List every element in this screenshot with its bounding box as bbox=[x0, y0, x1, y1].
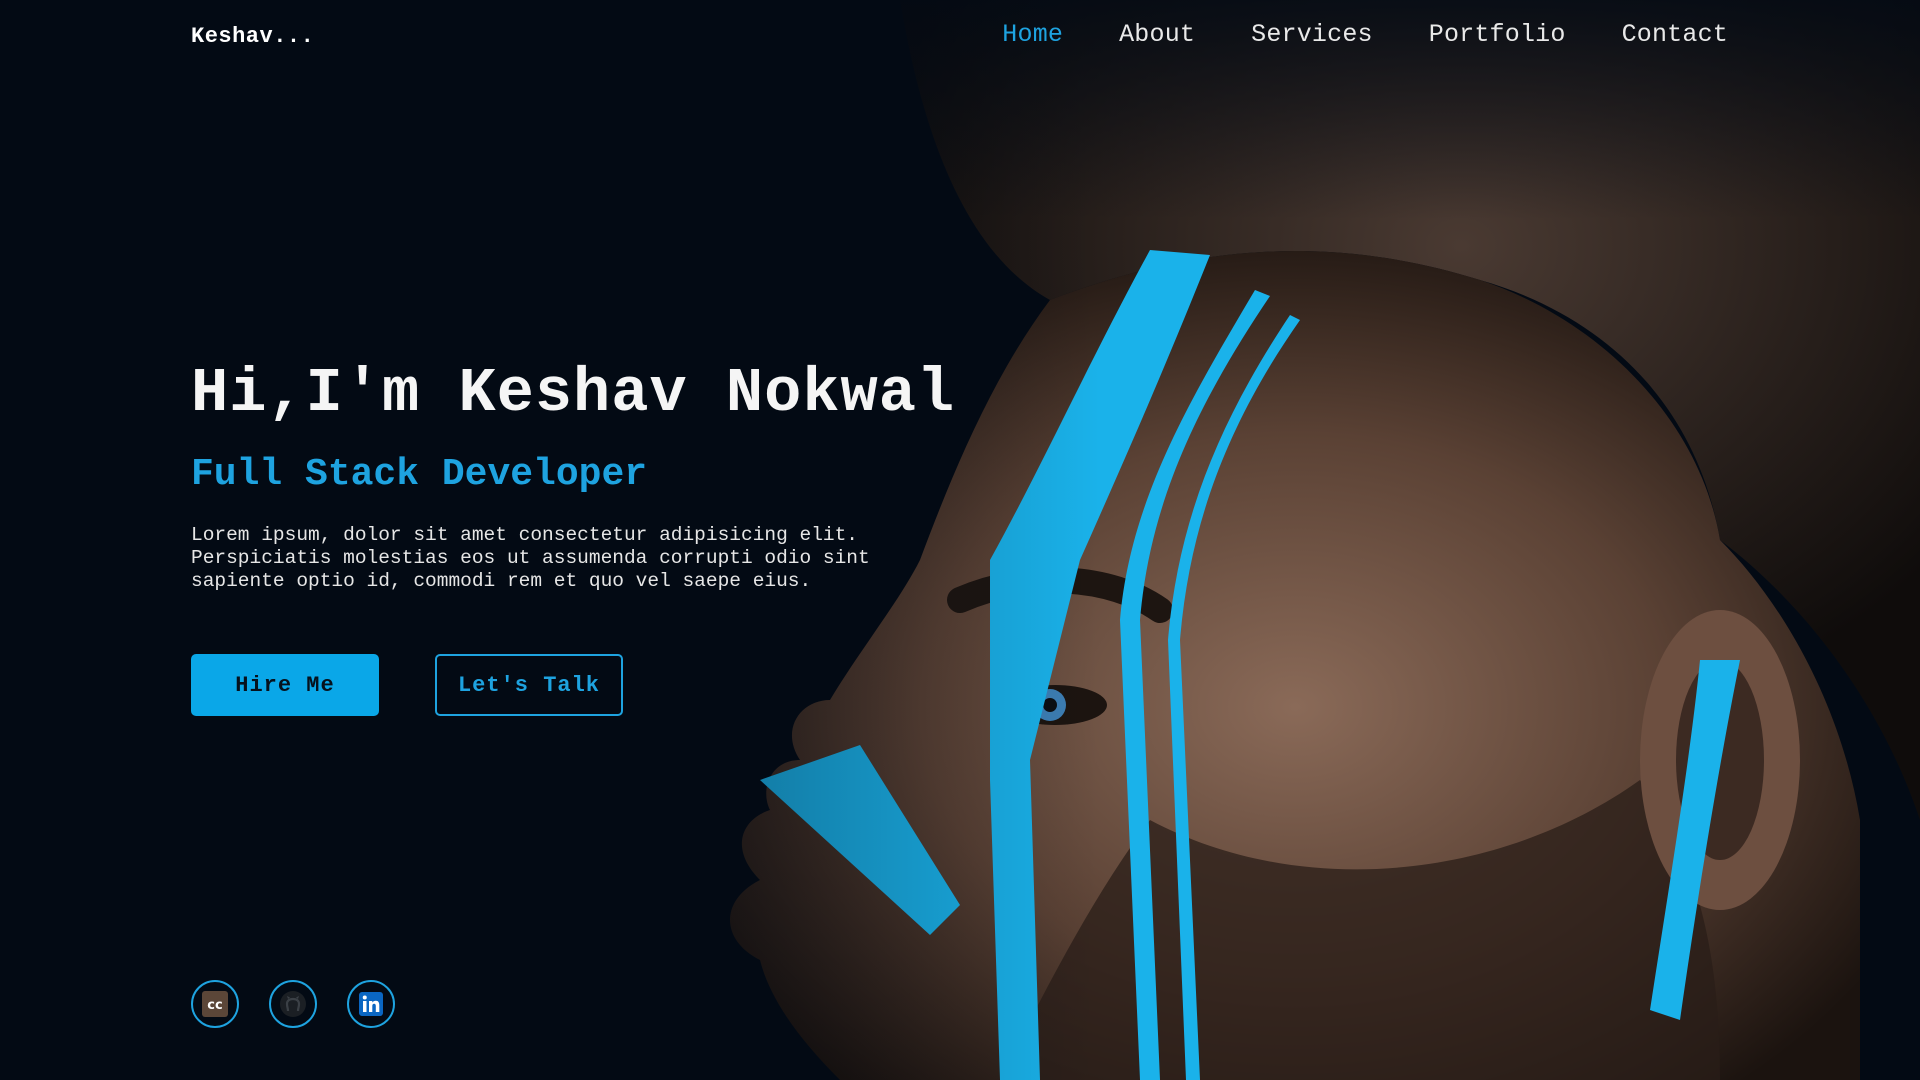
hero-role: Full Stack Developer bbox=[191, 453, 648, 497]
github-icon bbox=[280, 991, 306, 1017]
hire-me-button[interactable]: Hire Me bbox=[191, 654, 379, 716]
site-logo[interactable]: Keshav... bbox=[191, 24, 314, 49]
linkedin-link[interactable] bbox=[347, 980, 395, 1028]
linkedin-icon bbox=[359, 992, 383, 1016]
hero-section: Hi,I'm Keshav Nokwal Full Stack Develope… bbox=[191, 358, 1091, 593]
lets-talk-button[interactable]: Let's Talk bbox=[435, 654, 623, 716]
nav-item-services[interactable]: Services bbox=[1251, 20, 1373, 49]
svg-text:cc: cc bbox=[207, 998, 222, 1013]
nav-item-home[interactable]: Home bbox=[1002, 20, 1063, 49]
codechef-icon: cc bbox=[202, 991, 228, 1017]
hero-title: Hi,I'm Keshav Nokwal bbox=[191, 358, 956, 429]
nav-item-contact[interactable]: Contact bbox=[1622, 20, 1728, 49]
nav-item-about[interactable]: About bbox=[1119, 20, 1195, 49]
hero-description: Lorem ipsum, dolor sit amet consectetur … bbox=[191, 523, 870, 592]
main-nav: Home About Services Portfolio Contact bbox=[1002, 20, 1728, 49]
landing-page: Keshav... Home About Services Portfolio … bbox=[0, 0, 1920, 1080]
social-links: cc bbox=[191, 980, 395, 1028]
github-link[interactable] bbox=[269, 980, 317, 1028]
codechef-link[interactable]: cc bbox=[191, 980, 239, 1028]
nav-item-portfolio[interactable]: Portfolio bbox=[1429, 20, 1566, 49]
hero-buttons: Hire Me Let's Talk bbox=[191, 654, 623, 716]
